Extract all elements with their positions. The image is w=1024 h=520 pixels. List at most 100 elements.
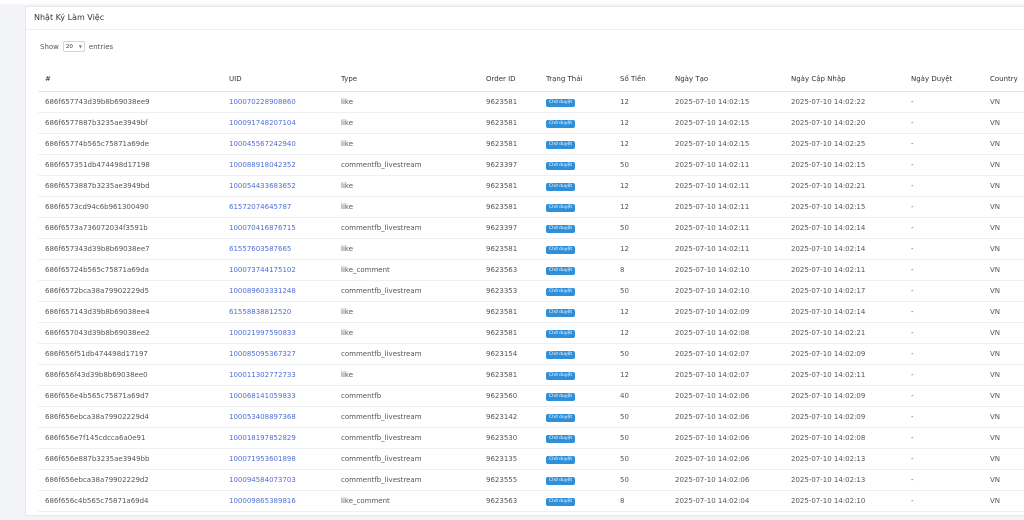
table-row: 686f657143d39b8b69038ee4 61558838812520 li… bbox=[38, 301, 1024, 323]
col-amount-header[interactable]: Số Tiền bbox=[613, 67, 668, 92]
row-order-id: 9623581 bbox=[479, 196, 539, 218]
row-approved: - bbox=[904, 259, 983, 281]
row-uid-link[interactable]: 61572074645787 bbox=[222, 196, 334, 218]
row-approved: - bbox=[904, 322, 983, 344]
row-uid-link[interactable]: 100054433683652 bbox=[222, 175, 334, 197]
row-created: 2025-07-10 14:02:10 bbox=[668, 280, 784, 302]
row-amount: 50 bbox=[613, 217, 668, 239]
row-country: VN bbox=[983, 259, 1024, 281]
row-id: 686f656e4b565c75871a69d7 bbox=[38, 385, 222, 407]
row-created: 2025-07-10 14:02:15 bbox=[668, 91, 784, 113]
row-updated: 2025-07-10 14:02:14 bbox=[784, 217, 904, 239]
col-type-header[interactable]: Type bbox=[334, 67, 479, 92]
row-uid-link[interactable]: 61557603587665 bbox=[222, 238, 334, 260]
status-badge: Chờ duyệt bbox=[546, 372, 576, 380]
row-updated: 2025-07-10 14:02:09 bbox=[784, 385, 904, 407]
row-approved: - bbox=[904, 196, 983, 218]
row-created: 2025-07-10 14:02:06 bbox=[668, 406, 784, 428]
row-created: 2025-07-10 14:02:10 bbox=[668, 259, 784, 281]
row-uid-link[interactable]: 100021997590833 bbox=[222, 322, 334, 344]
row-amount: 50 bbox=[613, 469, 668, 491]
status-badge: Chờ duyệt bbox=[546, 414, 576, 422]
page-length-select[interactable]: 20 ▼ bbox=[62, 41, 85, 52]
row-uid-link[interactable]: 100053408897368 bbox=[222, 406, 334, 428]
row-country: VN bbox=[983, 385, 1024, 407]
row-approved: - bbox=[904, 280, 983, 302]
row-created: 2025-07-10 14:02:15 bbox=[668, 133, 784, 155]
col-order-id-header[interactable]: Order ID bbox=[479, 67, 539, 92]
row-status: Chờ duyệt bbox=[539, 469, 613, 491]
row-id: 686f6573887b3235ae3949bd bbox=[38, 175, 222, 197]
row-approved: - bbox=[904, 490, 983, 512]
row-uid-link[interactable]: 61558838812520 bbox=[222, 301, 334, 323]
row-uid-link[interactable]: 100018197852829 bbox=[222, 427, 334, 449]
row-uid-link[interactable]: 100070228908860 bbox=[222, 91, 334, 113]
row-order-id: 9623154 bbox=[479, 343, 539, 365]
row-updated: 2025-07-10 14:02:22 bbox=[784, 91, 904, 113]
row-type: like bbox=[334, 301, 479, 323]
page-length-value: 20 bbox=[65, 43, 73, 50]
row-uid-link[interactable]: 100089603331248 bbox=[222, 280, 334, 302]
row-country: VN bbox=[983, 280, 1024, 302]
row-id: 686f657351db474498d17198 bbox=[38, 154, 222, 176]
row-id: 686f6573a736072034f3591b bbox=[38, 217, 222, 239]
row-amount: 12 bbox=[613, 364, 668, 386]
col-uid-header[interactable]: UID bbox=[222, 67, 334, 92]
row-order-id: 9623135 bbox=[479, 448, 539, 470]
row-order-id: 9623581 bbox=[479, 322, 539, 344]
row-uid-link[interactable]: 100070416876715 bbox=[222, 217, 334, 239]
row-amount: 12 bbox=[613, 175, 668, 197]
row-uid-link[interactable]: 100071953601898 bbox=[222, 448, 334, 470]
row-amount: 8 bbox=[613, 259, 668, 281]
col-status-header[interactable]: Trạng Thái bbox=[539, 67, 613, 92]
row-uid-link[interactable]: 100094584073703 bbox=[222, 469, 334, 491]
row-created: 2025-07-10 14:02:08 bbox=[668, 322, 784, 344]
row-country: VN bbox=[983, 469, 1024, 491]
row-amount: 50 bbox=[613, 406, 668, 428]
row-uid-link[interactable]: 100073744175102 bbox=[222, 259, 334, 281]
row-amount: 50 bbox=[613, 448, 668, 470]
row-country: VN bbox=[983, 238, 1024, 260]
row-uid-link[interactable]: 100068141059833 bbox=[222, 385, 334, 407]
row-id: 686f65724b565c75871a69da bbox=[38, 259, 222, 281]
row-id: 686f6573cd94c6b961300490 bbox=[38, 196, 222, 218]
col-created-header[interactable]: Ngày Tạo bbox=[668, 67, 784, 92]
panel-divider bbox=[26, 29, 1024, 30]
row-updated: 2025-07-10 14:02:20 bbox=[784, 112, 904, 134]
row-order-id: 9623555 bbox=[479, 469, 539, 491]
row-country: VN bbox=[983, 322, 1024, 344]
row-updated: 2025-07-10 14:02:11 bbox=[784, 259, 904, 281]
row-uid-link[interactable]: 100045567242940 bbox=[222, 133, 334, 155]
col-updated-header[interactable]: Ngày Cập Nhập bbox=[784, 67, 904, 92]
row-id: 686f657343d39b8b69038ee7 bbox=[38, 238, 222, 260]
show-label: Show bbox=[40, 42, 59, 51]
row-created: 2025-07-10 14:02:06 bbox=[668, 448, 784, 470]
row-type: like bbox=[334, 364, 479, 386]
row-status: Chờ duyệt bbox=[539, 385, 613, 407]
row-type: like bbox=[334, 112, 479, 134]
row-uid-link[interactable]: 100088918042352 bbox=[222, 154, 334, 176]
work-log-panel: Nhật Ký Làm Việc Show 20 ▼ entries # UID T… bbox=[25, 6, 1024, 516]
row-order-id: 9623397 bbox=[479, 217, 539, 239]
col-approved-header[interactable]: Ngày Duyệt bbox=[904, 67, 983, 92]
row-uid-link[interactable]: 100011302772733 bbox=[222, 364, 334, 386]
row-type: commentfb_livestream bbox=[334, 154, 479, 176]
row-status: Chờ duyệt bbox=[539, 427, 613, 449]
table-row: 686f656c4b565c75871a69d4 100009865389816 l… bbox=[38, 490, 1024, 512]
col-id-header[interactable]: # bbox=[38, 67, 222, 92]
row-id: 686f656f51db474498d17197 bbox=[38, 343, 222, 365]
row-uid-link[interactable]: 100009865389816 bbox=[222, 490, 334, 512]
row-created: 2025-07-10 14:02:06 bbox=[668, 427, 784, 449]
row-country: VN bbox=[983, 364, 1024, 386]
row-id: 686f657743d39b8b69038ee9 bbox=[38, 91, 222, 113]
row-type: like_comment bbox=[334, 490, 479, 512]
status-badge: Chờ duyệt bbox=[546, 456, 576, 464]
row-updated: 2025-07-10 14:02:21 bbox=[784, 322, 904, 344]
row-uid-link[interactable]: 100091748207104 bbox=[222, 112, 334, 134]
row-status: Chờ duyệt bbox=[539, 238, 613, 260]
row-uid-link[interactable]: 100085095367327 bbox=[222, 343, 334, 365]
col-country-header[interactable]: Country bbox=[983, 67, 1024, 92]
row-status: Chờ duyệt bbox=[539, 406, 613, 428]
row-status: Chờ duyệt bbox=[539, 490, 613, 512]
table-row: 686f6577887b3235ae3949bf 100091748207104 l… bbox=[38, 112, 1024, 134]
